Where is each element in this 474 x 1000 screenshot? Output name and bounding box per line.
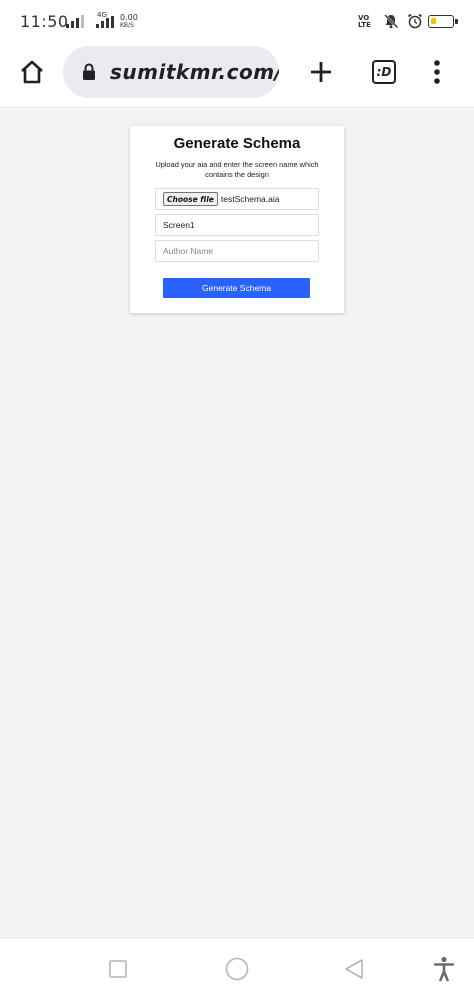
choose-file-button[interactable]: Choose file <box>163 192 218 206</box>
card-description: Upload your aia and enter the screen nam… <box>155 160 319 179</box>
new-tab-button[interactable] <box>301 52 341 92</box>
signal-strength-2-icon <box>96 16 114 28</box>
signal-strength-icon <box>66 14 84 28</box>
url-text: sumitkmr.com/dy <box>110 60 279 84</box>
tab-switcher-button[interactable]: :D <box>364 52 404 92</box>
generate-schema-card: Generate Schema Upload your aia and ente… <box>130 126 344 313</box>
square-icon <box>109 960 127 978</box>
accessibility-button[interactable] <box>424 949 464 989</box>
card-title: Generate Schema <box>173 135 301 152</box>
more-options-button[interactable] <box>417 52 457 92</box>
alarm-clock-icon <box>407 13 423 29</box>
screen-name-input[interactable]: Screen1 <box>155 214 319 236</box>
file-upload-field[interactable]: Choose file testSchema.aia <box>155 188 319 210</box>
lock-icon <box>83 63 95 80</box>
network-speed: 0.00 KB/S <box>120 13 138 30</box>
status-bar: 11:50 4G 0.00 KB/S VO LTE <box>0 0 474 44</box>
accessibility-icon <box>433 956 455 982</box>
status-time: 11:50 <box>20 12 69 31</box>
home-button[interactable] <box>12 52 52 92</box>
back-button[interactable] <box>334 949 374 989</box>
network-speed-value: 0.00 <box>120 13 138 22</box>
volte-line2: LTE <box>358 21 371 29</box>
tab-switcher-badge: :D <box>372 60 396 84</box>
network-speed-unit: KB/S <box>120 22 134 29</box>
system-home-button[interactable] <box>217 949 257 989</box>
triangle-back-icon <box>345 959 363 979</box>
volte-indicator: VO LTE <box>358 15 371 29</box>
system-navigation-bar <box>0 937 474 1000</box>
author-name-input[interactable]: Author Name <box>155 240 319 262</box>
battery-icon <box>428 15 458 28</box>
plus-icon <box>311 62 331 82</box>
browser-toolbar: sumitkmr.com/dy :D <box>0 44 474 108</box>
selected-file-name: testSchema.aia <box>220 194 280 204</box>
generate-schema-button[interactable]: Generate Schema <box>163 278 310 298</box>
more-vertical-icon <box>434 60 440 84</box>
recents-button[interactable] <box>98 949 138 989</box>
bell-muted-icon <box>384 14 399 29</box>
circle-icon <box>225 957 249 981</box>
address-bar[interactable]: sumitkmr.com/dy <box>63 46 279 98</box>
page-content: Generate Schema Upload your aia and ente… <box>0 109 474 937</box>
home-icon <box>21 60 43 84</box>
